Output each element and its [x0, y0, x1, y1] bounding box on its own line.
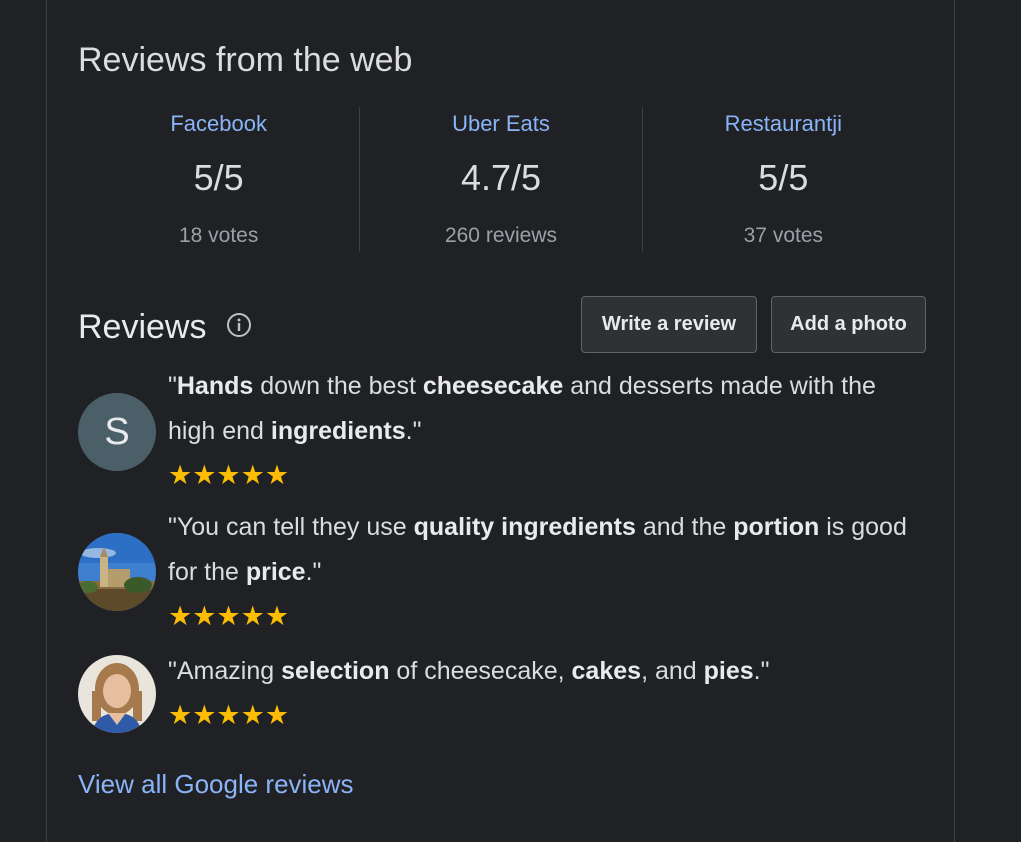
- write-review-button[interactable]: Write a review: [581, 296, 757, 353]
- review-text-part: down the best: [253, 372, 423, 400]
- source-restaurantji: Restaurantji 5/5 37 votes: [641, 107, 924, 252]
- web-reviews-title: Reviews from the web: [78, 41, 413, 79]
- review-highlight: portion: [733, 513, 820, 541]
- star-rating: ★★★★★: [168, 700, 290, 730]
- source-score: 5/5: [193, 157, 244, 198]
- review-snippet: "Amazing selection of cheesecake, cakes,…: [168, 649, 928, 694]
- source-uber-eats: Uber Eats 4.7/5 260 reviews: [359, 107, 641, 252]
- source-score: 4.7/5: [460, 157, 542, 198]
- source-name-link[interactable]: Restaurantji: [643, 111, 924, 137]
- avatar: [78, 655, 156, 733]
- landscape-photo-icon: [78, 533, 156, 611]
- review-text-part: and the: [635, 513, 734, 541]
- review-highlight: selection: [281, 657, 390, 685]
- source-facebook: Facebook 5/5 18 votes: [78, 107, 359, 252]
- web-review-sources: Facebook 5/5 18 votes Uber Eats 4.7/5 26…: [78, 107, 924, 252]
- review-text-part: "Amazing: [168, 657, 282, 685]
- avatar: [78, 533, 156, 611]
- review-text-part: , and: [641, 657, 704, 685]
- source-vote-count: 18 votes: [178, 224, 259, 247]
- review-highlight: quality ingredients: [413, 513, 636, 541]
- person-photo-icon: [78, 655, 156, 733]
- review-highlight: cakes: [571, 657, 642, 685]
- review-highlight: ingredients: [270, 417, 406, 445]
- review-text-part: of cheesecake,: [389, 657, 572, 685]
- star-rating: ★★★★★: [168, 601, 290, 631]
- review-snippet: "You can tell they use quality ingredien…: [168, 505, 928, 595]
- review-item[interactable]: "You can tell they use quality ingredien…: [78, 505, 918, 635]
- review-highlight: price: [245, 558, 306, 586]
- info-icon[interactable]: [226, 312, 252, 338]
- source-vote-count: 260 reviews: [444, 224, 558, 247]
- source-vote-count: 37 votes: [743, 224, 824, 247]
- review-highlight: Hands: [176, 372, 254, 400]
- review-text-part: "You can tell they use: [168, 513, 414, 541]
- review-highlight: pies: [703, 657, 754, 685]
- reviews-panel: Reviews from the web Facebook 5/5 18 vot…: [46, 0, 955, 842]
- source-name-link[interactable]: Uber Eats: [360, 111, 641, 137]
- reviews-heading: Reviews: [78, 308, 207, 346]
- view-all-reviews-link[interactable]: View all Google reviews: [78, 768, 354, 800]
- review-text-part: .": [753, 657, 770, 685]
- review-highlight: cheesecake: [422, 372, 564, 400]
- reviews-heading-row: Reviews: [78, 307, 252, 347]
- add-photo-button[interactable]: Add a photo: [771, 296, 926, 353]
- review-text-part: ": [168, 372, 177, 400]
- source-name-link[interactable]: Facebook: [78, 111, 359, 137]
- review-text-part: .": [305, 558, 322, 586]
- review-text-part: .": [405, 417, 422, 445]
- review-snippet: "Hands down the best cheesecake and dess…: [168, 364, 928, 454]
- avatar: S: [78, 393, 156, 471]
- source-score: 5/5: [758, 157, 809, 198]
- star-rating: ★★★★★: [168, 460, 290, 490]
- review-item[interactable]: S "Hands down the best cheesecake and de…: [78, 364, 918, 494]
- review-item[interactable]: "Amazing selection of cheesecake, cakes,…: [78, 649, 918, 739]
